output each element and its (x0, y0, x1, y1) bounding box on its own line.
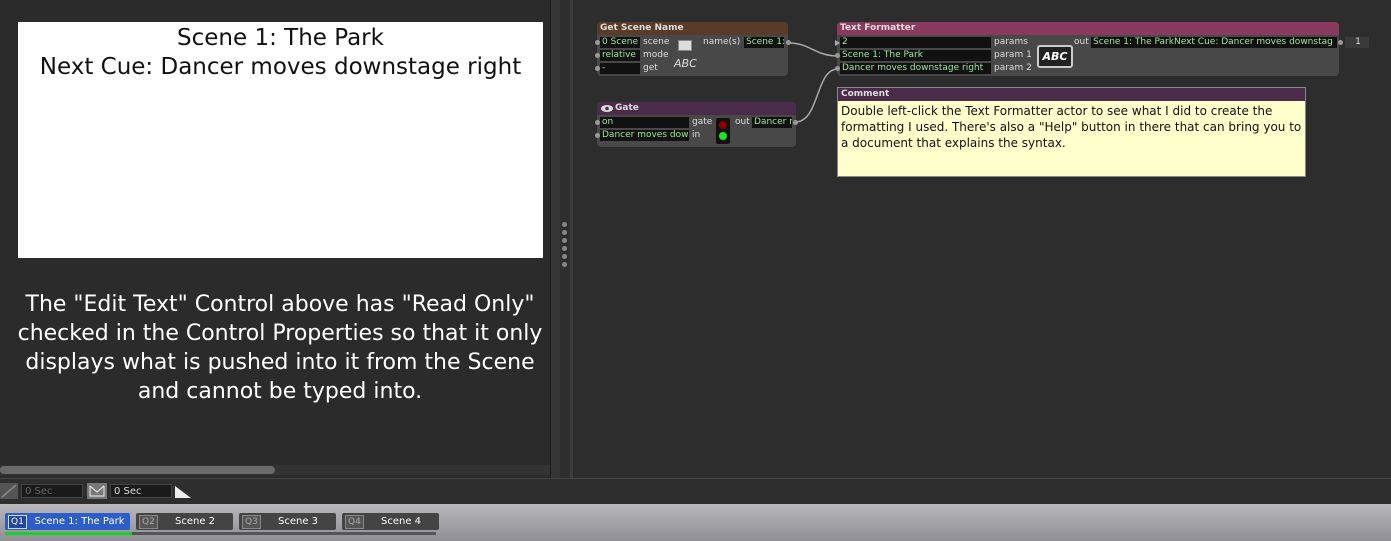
scene-name: Scene 3 (277, 516, 319, 527)
output-port[interactable] (793, 120, 798, 125)
gate-output: Dancer r (752, 117, 792, 128)
scene-input[interactable]: 0 Scene (600, 37, 640, 48)
scene-tab-4[interactable]: Q4 Scene 4 (342, 513, 439, 530)
wire-scene-name-to-param1 (788, 42, 839, 57)
scene-number: Q4 (345, 515, 364, 529)
fade-out-icon[interactable] (87, 483, 107, 499)
comment-text[interactable]: Double left-click the Text Formatter act… (838, 101, 1305, 153)
output-count-badge: 1 (1345, 37, 1369, 48)
names-label: name(s) (703, 37, 741, 47)
in-label: in (692, 130, 701, 140)
param2-label: param 2 (994, 63, 1032, 73)
output-port[interactable] (1338, 40, 1343, 45)
formatter-output: Scene 1: The ParkNext Cue: Dancer moves … (1091, 37, 1337, 48)
scene-fade-bar (0, 478, 1391, 505)
fade-in-time-field[interactable]: 0 Sec (21, 484, 83, 498)
scene-number: Q2 (139, 515, 158, 529)
params-label: params (994, 37, 1028, 47)
scene-tab-1[interactable]: Q1 Scene 1: The Park (5, 513, 130, 530)
actor-title[interactable]: Get Scene Name (597, 22, 788, 35)
gate-input[interactable]: on (600, 117, 689, 128)
scene-tab-3[interactable]: Q3 Scene 3 (239, 513, 336, 530)
in-input[interactable]: Dancer moves dow (600, 130, 689, 141)
actor-title[interactable]: Gate (597, 102, 796, 115)
output-port[interactable] (786, 40, 791, 45)
gate-label: gate (692, 117, 713, 127)
actor-title[interactable]: Text Formatter (837, 22, 1339, 35)
wire-gate-to-param2 (794, 68, 839, 123)
scene-name: Scene 1: The Park (34, 516, 125, 527)
active-scene-indicator (5, 532, 132, 535)
monitor-icon (678, 40, 692, 51)
mode-input[interactable]: relative (600, 50, 640, 61)
scene-name: Scene 4 (380, 516, 422, 527)
fade-out-time-field[interactable]: 0 Sec (110, 484, 172, 498)
comment-box[interactable]: Comment Double left-click the Text Forma… (837, 87, 1306, 177)
comment-title[interactable]: Comment (838, 88, 1305, 101)
abc-icon: ABC (1037, 45, 1073, 68)
fade-in-icon[interactable] (0, 483, 18, 499)
mode-label: mode (643, 50, 669, 60)
scene-name: Scene 2 (174, 516, 216, 527)
out-label: out (735, 117, 750, 127)
param2-input[interactable]: Dancer moves downstage right (840, 63, 991, 74)
names-output: Scene 1: (744, 37, 784, 48)
eye-icon[interactable] (600, 104, 614, 113)
out-label: out (1074, 37, 1089, 47)
param1-input[interactable]: Scene 1: The Park (840, 50, 991, 61)
get-input[interactable]: - (600, 63, 640, 74)
fade-curve-icon[interactable] (174, 484, 192, 498)
scene-tab-2[interactable]: Q2 Scene 2 (136, 513, 233, 530)
scene-label: scene (643, 37, 670, 47)
traffic-light-icon (716, 118, 730, 144)
scene-number: Q1 (8, 515, 27, 529)
abc-icon: ABC (674, 57, 697, 70)
scene-track (132, 532, 436, 535)
param1-label: param 1 (994, 50, 1032, 60)
scene-number: Q3 (242, 515, 261, 529)
get-label: get (643, 63, 658, 73)
params-input[interactable]: 2 (840, 37, 991, 48)
